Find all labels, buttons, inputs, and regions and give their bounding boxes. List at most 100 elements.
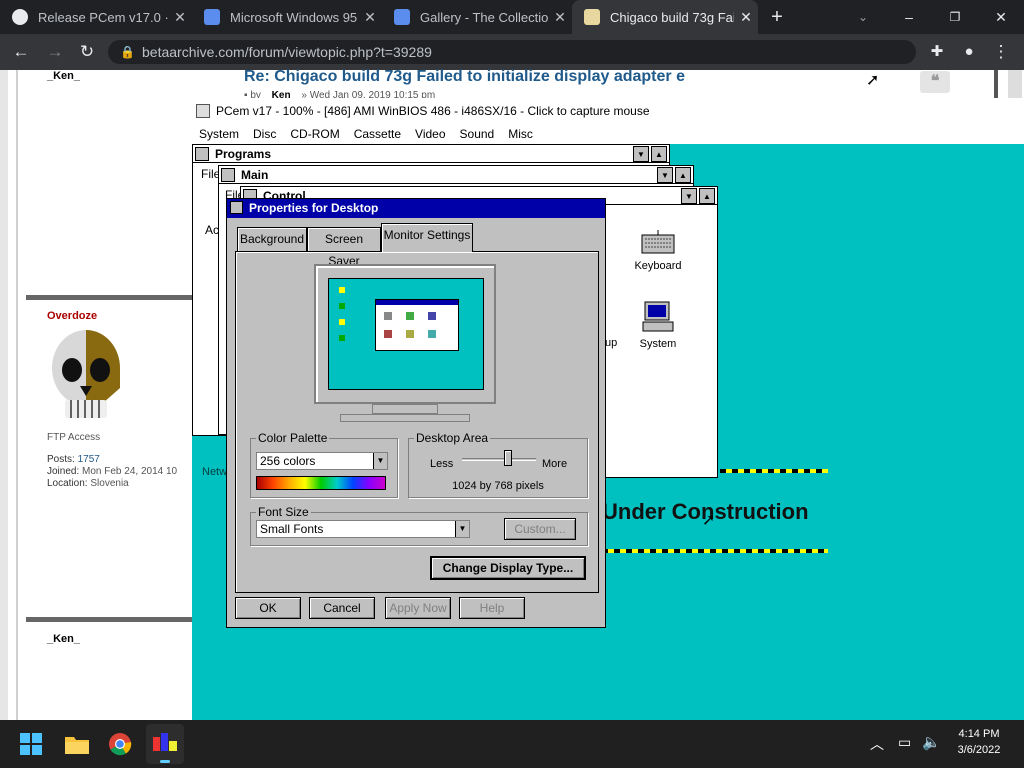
browser-tab-active[interactable]: Chigaco build 73g Faile… ✕: [572, 0, 758, 34]
close-tab-icon[interactable]: ✕: [358, 9, 382, 26]
user-posts: Posts: 1757: [47, 454, 100, 465]
main-titlebar[interactable]: Main ▼ ▲: [219, 166, 693, 184]
reload-icon[interactable]: ↻: [76, 41, 98, 63]
start-button-icon[interactable]: [20, 733, 42, 755]
menu-misc[interactable]: Misc: [501, 124, 540, 144]
file-explorer-icon[interactable]: [64, 733, 90, 755]
mini-icon: [406, 330, 414, 338]
apply-now-button[interactable]: Apply Now: [385, 597, 451, 619]
cancel-button[interactable]: Cancel: [309, 597, 375, 619]
mini-desktop-icon: [339, 319, 345, 325]
slider-more-label: More: [542, 458, 568, 470]
menu-sound[interactable]: Sound: [453, 124, 502, 144]
emulated-desktop[interactable]: Under Construction Netw Programs ▼ ▲ Fil…: [192, 144, 1024, 720]
dialog-title: Properties for Desktop: [249, 201, 379, 215]
slider-less-label: Less: [430, 458, 454, 470]
programs-title: Programs: [215, 147, 272, 161]
mouse-pointer-icon: ➚: [866, 72, 880, 89]
maximize-icon[interactable]: ▲: [651, 146, 667, 162]
ok-button[interactable]: OK: [235, 597, 301, 619]
clock-date: 3/6/2022: [957, 744, 1001, 756]
menu-cassette[interactable]: Cassette: [347, 124, 408, 144]
dialog-titlebar[interactable]: Properties for Desktop: [227, 199, 605, 218]
network-icon-label[interactable]: Netw: [202, 466, 227, 478]
system-menu-icon[interactable]: [195, 147, 209, 161]
close-window-icon[interactable]: ✕: [990, 6, 1012, 28]
tab-screen-saver[interactable]: Screen Saver: [307, 227, 381, 268]
github-icon: [12, 9, 28, 25]
volume-icon[interactable]: 🔈: [922, 733, 941, 751]
desktop-area-slider[interactable]: [462, 458, 536, 461]
profile-icon[interactable]: ●: [958, 41, 980, 63]
keyboard-control[interactable]: Keyboard: [623, 229, 693, 272]
system-menu-icon[interactable]: [230, 201, 243, 214]
keyboard-label: Keyboard: [634, 260, 682, 272]
mini-desktop-icon: [339, 287, 345, 293]
chrome-icon[interactable]: [108, 732, 132, 756]
dropdown-arrow-icon[interactable]: ▼: [455, 521, 469, 537]
address-bar[interactable]: 🔒 betaarchive.com/forum/viewtopic.php?t=…: [108, 40, 916, 64]
custom-button[interactable]: Custom...: [504, 518, 576, 540]
menu-cdrom[interactable]: CD-ROM: [283, 124, 346, 144]
close-tab-icon[interactable]: ✕: [548, 9, 572, 26]
pcem-titlebar[interactable]: PCem v17 - 100% - [486] AMI WinBIOS 486 …: [192, 98, 1024, 124]
quote-button[interactable]: ❝: [920, 71, 950, 93]
restore-icon[interactable]: ❐: [944, 6, 966, 28]
clock[interactable]: 4:14 PM 3/6/2022: [948, 728, 1010, 756]
pcem-taskbar-button[interactable]: [146, 724, 184, 764]
dropdown-arrow-icon[interactable]: ▼: [373, 453, 387, 469]
browser-tab[interactable]: Release PCem v17.0 · 8… ✕: [0, 0, 192, 34]
new-tab-button[interactable]: +: [766, 6, 788, 28]
pcem-app-icon: [196, 104, 210, 118]
back-icon[interactable]: ←: [10, 41, 32, 63]
scrollbar[interactable]: [1008, 70, 1022, 100]
control-item-partial[interactable]: up: [605, 337, 617, 349]
desktop-properties-dialog[interactable]: Properties for Desktop Background Screen…: [226, 198, 606, 628]
post-author[interactable]: _Ken_: [47, 70, 80, 82]
forward-icon[interactable]: →: [44, 41, 66, 63]
menu-icon[interactable]: ⋮: [990, 41, 1012, 63]
monitor-screen: [328, 278, 484, 390]
user-rank: FTP Access: [47, 432, 101, 443]
show-hidden-icons-icon[interactable]: ︿: [870, 734, 884, 754]
programs-titlebar[interactable]: Programs ▼ ▲: [193, 145, 669, 163]
network-icon[interactable]: ▭: [898, 734, 911, 751]
user-posts-count[interactable]: 1757: [78, 454, 100, 465]
menu-disc[interactable]: Disc: [246, 124, 283, 144]
browser-tab-bar: Release PCem v17.0 · 8… ✕ Microsoft Wind…: [0, 0, 1024, 34]
maximize-icon[interactable]: ▲: [675, 167, 691, 183]
tab-search-icon[interactable]: ⌄: [852, 6, 874, 28]
font-size-select[interactable]: Small Fonts ▼: [256, 520, 470, 538]
menu-system[interactable]: System: [192, 124, 246, 144]
browser-tab[interactable]: Gallery - The Collection… ✕: [382, 0, 572, 34]
mini-desktop-icon: [339, 303, 345, 309]
tab-monitor-settings[interactable]: Monitor Settings: [381, 223, 473, 252]
post-title[interactable]: Re: Chigaco build 73g Failed to initiali…: [244, 68, 685, 86]
menu-video[interactable]: Video: [408, 124, 452, 144]
mini-icon: [384, 330, 392, 338]
tab-background[interactable]: Background: [237, 227, 307, 251]
system-control[interactable]: System: [623, 301, 693, 350]
close-tab-icon[interactable]: ✕: [734, 9, 758, 26]
main-title: Main: [241, 168, 269, 182]
tab-label: Chigaco build 73g Faile…: [610, 9, 734, 25]
system-menu-icon[interactable]: [221, 168, 235, 182]
help-button[interactable]: Help: [459, 597, 525, 619]
minimize-icon[interactable]: ▼: [681, 188, 697, 204]
maximize-icon[interactable]: ▲: [699, 188, 715, 204]
change-display-type-button[interactable]: Change Display Type...: [430, 556, 586, 580]
mouse-pointer-icon: ➚: [702, 512, 716, 529]
post-author[interactable]: Overdoze: [47, 310, 97, 322]
slider-thumb[interactable]: [504, 450, 512, 466]
avatar[interactable]: [47, 328, 125, 428]
color-palette-select[interactable]: 256 colors ▼: [256, 452, 388, 470]
close-tab-icon[interactable]: ✕: [168, 9, 192, 26]
browser-tab[interactable]: Microsoft Windows 95… ✕: [192, 0, 382, 34]
minimize-icon[interactable]: ▼: [657, 167, 673, 183]
minimize-icon[interactable]: ▼: [633, 146, 649, 162]
extensions-icon[interactable]: ✚: [926, 41, 948, 63]
pcem-window[interactable]: PCem v17 - 100% - [486] AMI WinBIOS 486 …: [192, 98, 1024, 720]
programs-item-partial[interactable]: Ac: [205, 223, 219, 237]
post-author[interactable]: _Ken_: [47, 633, 80, 645]
minimize-icon[interactable]: –: [898, 6, 920, 28]
